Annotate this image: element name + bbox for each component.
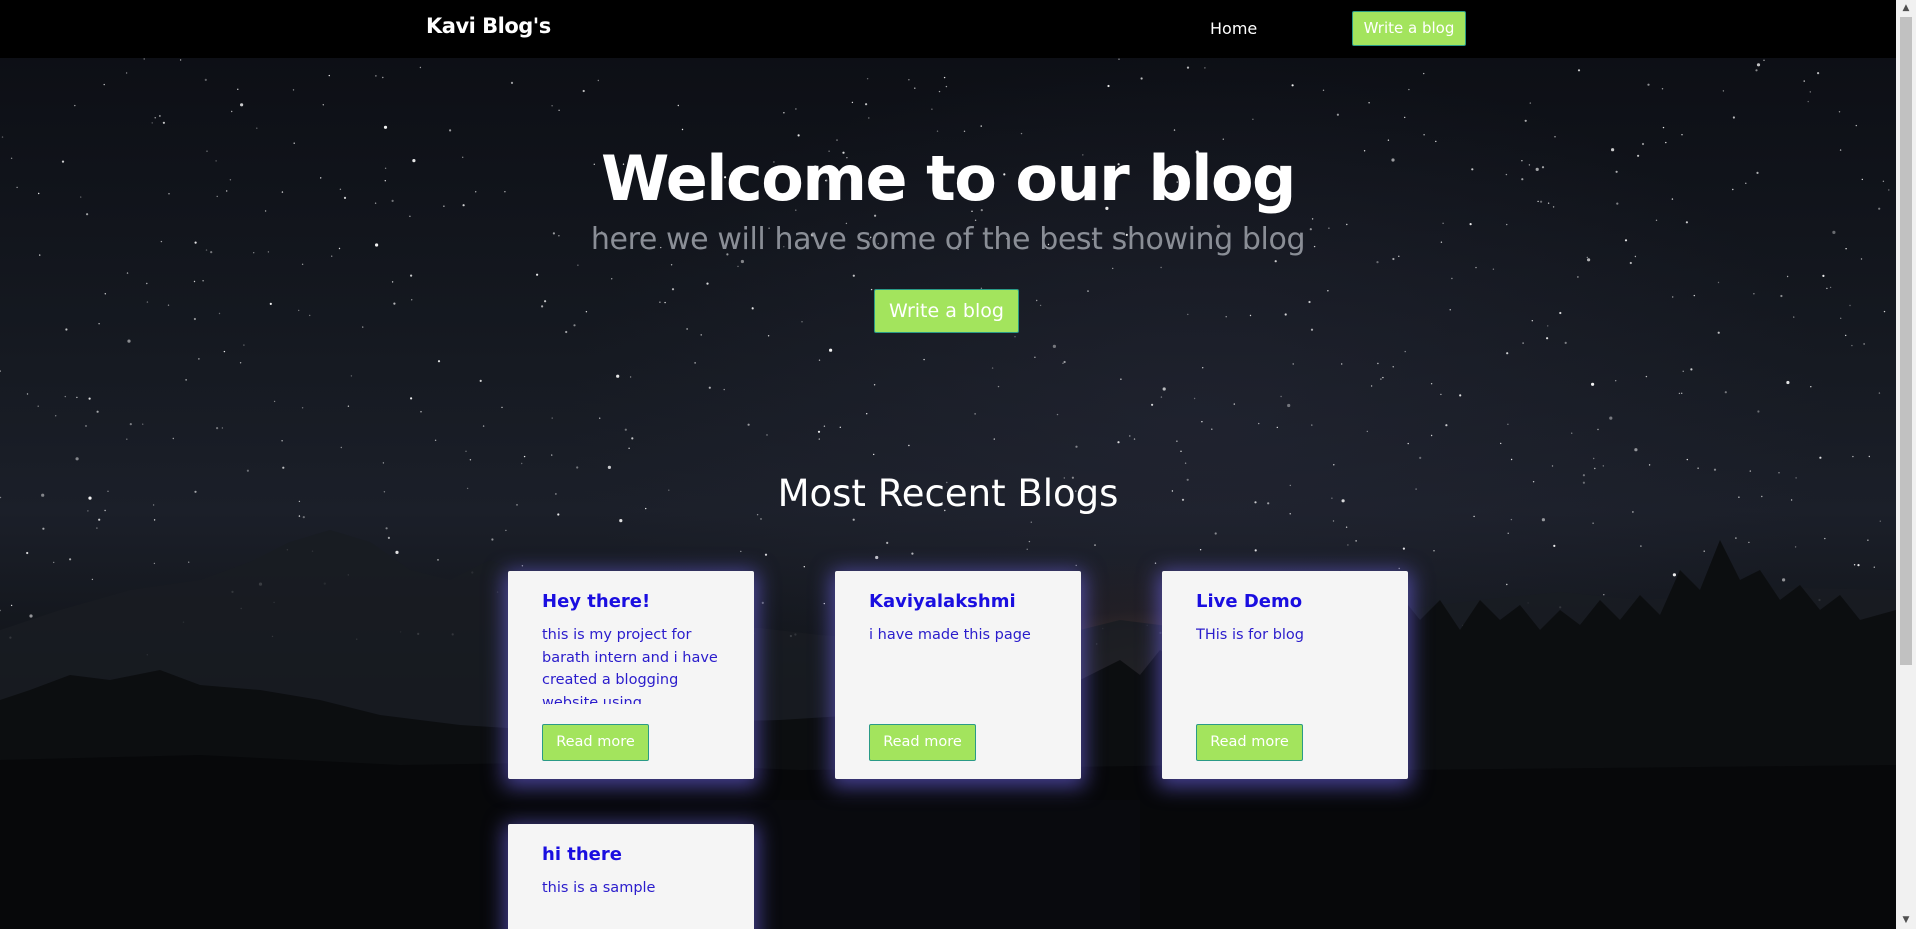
blog-card-title: hi there xyxy=(542,844,622,865)
blog-card: hi there this is a sample xyxy=(508,824,754,929)
blog-card: Live Demo THis is for blog Read more xyxy=(1162,571,1408,779)
vertical-scrollbar[interactable]: ▲ ▼ xyxy=(1896,0,1916,929)
blog-card: Kaviyalakshmi i have made this page Read… xyxy=(835,571,1081,779)
blog-card-excerpt: THis is for blog xyxy=(1196,627,1304,643)
site-logo[interactable]: Kavi Blog's xyxy=(426,14,551,38)
blog-card-excerpt: i have made this page xyxy=(869,627,1031,643)
hero-write-blog-button[interactable]: Write a blog xyxy=(874,289,1019,333)
scrollbar-thumb[interactable] xyxy=(1900,17,1912,665)
nav-write-blog-button[interactable]: Write a blog xyxy=(1352,11,1466,46)
read-more-button[interactable]: Read more xyxy=(1196,724,1303,761)
blog-card: Hey there! this is my project for barath… xyxy=(508,571,754,779)
triangle-up-icon[interactable]: ▲ xyxy=(1896,0,1916,17)
read-more-button[interactable]: Read more xyxy=(542,724,649,761)
blog-card-title: Hey there! xyxy=(542,591,651,612)
hero-title: Welcome to our blog xyxy=(601,142,1296,215)
blog-card-title: Live Demo xyxy=(1196,591,1303,612)
blog-card-excerpt: this is a sample xyxy=(542,880,656,896)
hero-subtitle: here we will have some of the best showi… xyxy=(590,222,1306,257)
page: Kavi Blog's Home Write a blog Welcome to… xyxy=(0,0,1916,929)
blog-card-excerpt: this is my project for barath intern and… xyxy=(542,627,718,704)
blog-card-title: Kaviyalakshmi xyxy=(869,591,1016,612)
navbar: Kavi Blog's Home Write a blog xyxy=(0,0,1896,58)
nav-home-link[interactable]: Home xyxy=(1210,19,1257,38)
recent-blogs-heading: Most Recent Blogs xyxy=(777,472,1119,515)
read-more-button[interactable]: Read more xyxy=(869,724,976,761)
triangle-down-icon[interactable]: ▼ xyxy=(1896,912,1916,929)
